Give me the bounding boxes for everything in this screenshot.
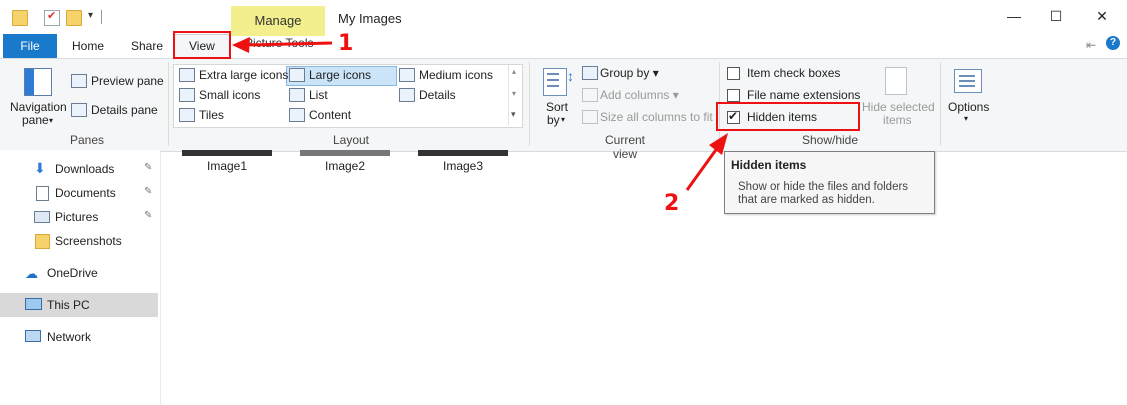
annotation-number-1: 1 — [338, 31, 354, 56]
annotation-number-2: 2 — [664, 191, 680, 216]
annotation-arrow-1 — [245, 41, 333, 47]
annotation-arrow-2 — [685, 146, 720, 191]
arrowhead-icon — [232, 37, 250, 53]
annotation-arrows — [232, 37, 728, 191]
arrowhead-icon — [709, 133, 728, 155]
